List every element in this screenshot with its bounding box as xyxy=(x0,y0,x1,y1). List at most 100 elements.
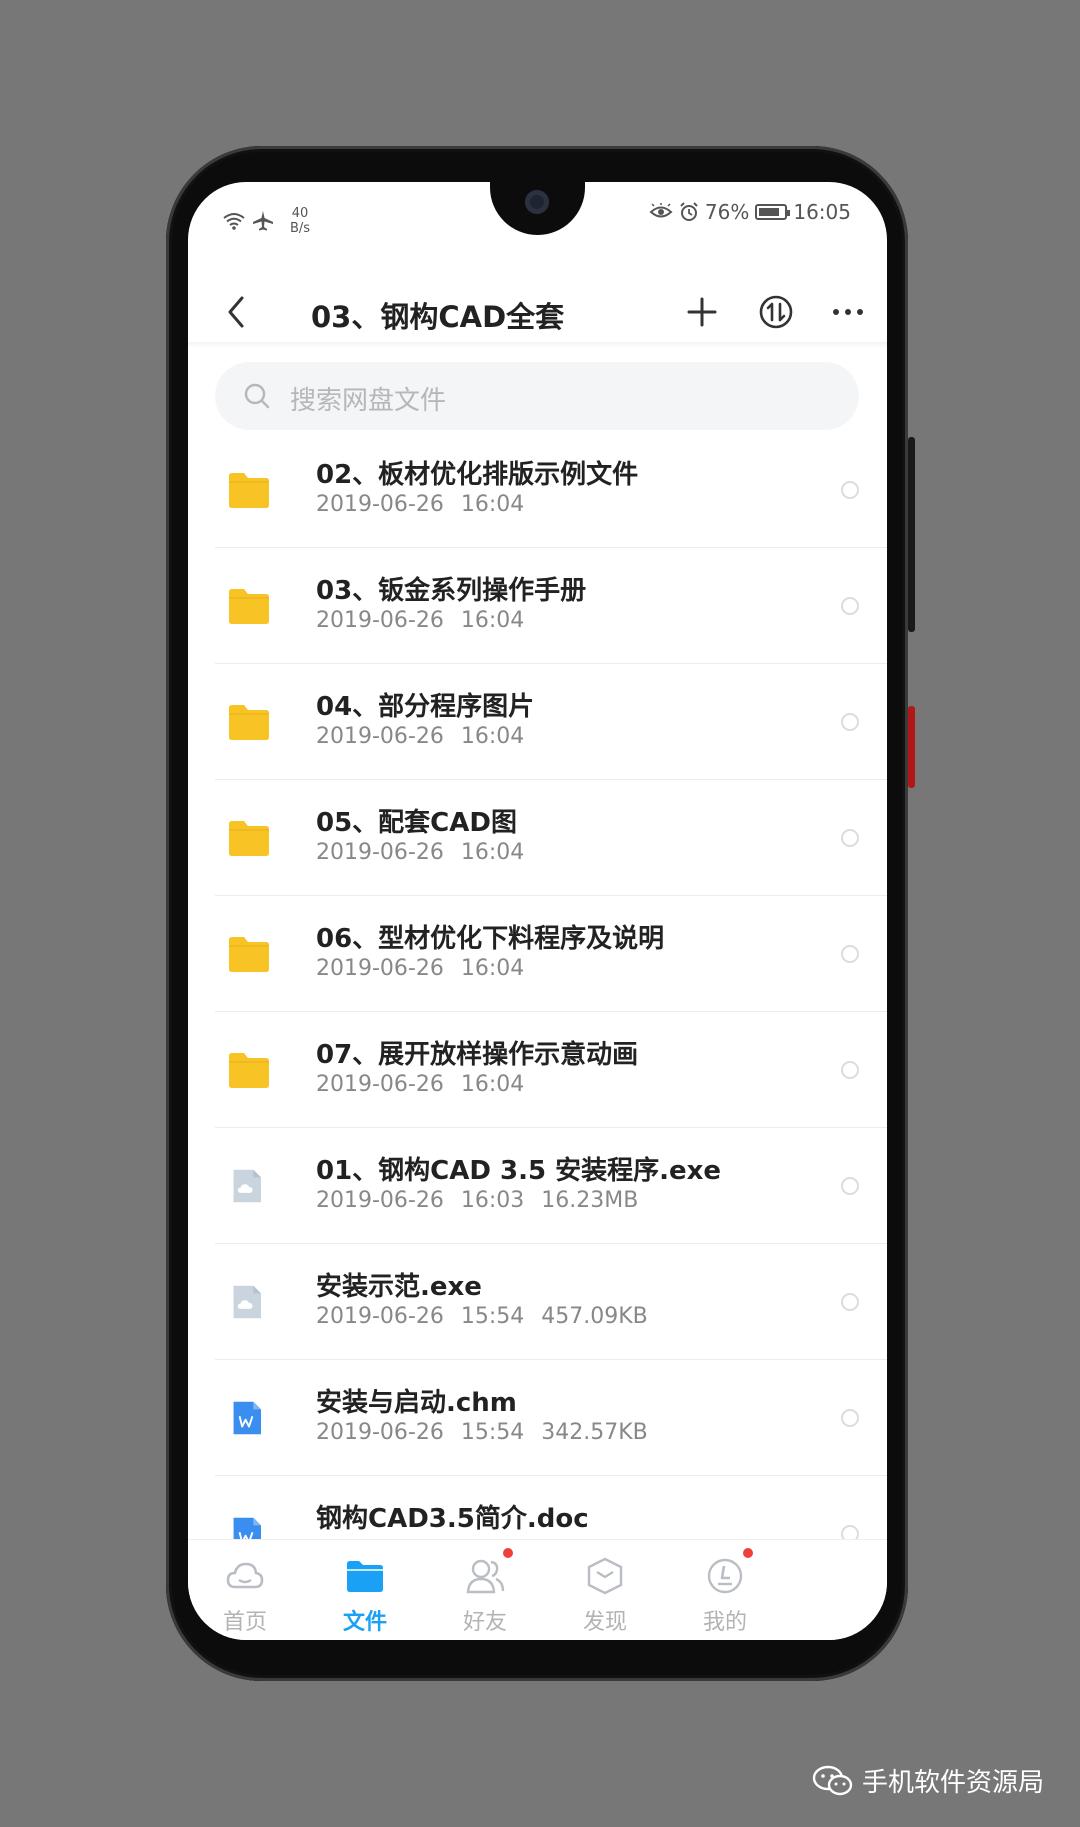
file-time: 16:04 xyxy=(460,724,525,749)
tab-label: 发现 xyxy=(582,1610,627,1635)
tab-cloud[interactable]: 首页 xyxy=(195,1554,295,1636)
wechat-icon xyxy=(812,1765,853,1795)
clock: 16:05 xyxy=(793,200,851,224)
folder-icon xyxy=(229,473,269,508)
profile-icon xyxy=(675,1548,775,1598)
tab-label: 首页 xyxy=(222,1610,267,1635)
file-row[interactable]: 06、型材优化下料程序及说明 2019-06-26 16:04 xyxy=(188,896,887,1012)
file-row[interactable]: 安装与启动.chm 2019-06-26 15:54 342.57KB xyxy=(188,1360,887,1476)
select-checkbox[interactable] xyxy=(841,1293,859,1311)
tab-friends[interactable]: 好友 xyxy=(435,1548,535,1636)
select-checkbox[interactable] xyxy=(841,1177,859,1195)
watermark: 手机软件资源局 xyxy=(812,1762,1044,1799)
executable-file-icon xyxy=(233,1169,261,1203)
file-name: 04、部分程序图片 xyxy=(316,692,535,722)
add-button[interactable] xyxy=(682,292,722,332)
file-time: 16:04 xyxy=(460,608,525,633)
file-date: 2019-06-26 xyxy=(316,724,444,749)
file-name: 03、钣金系列操作手册 xyxy=(316,576,587,606)
file-time: 16:04 xyxy=(460,1072,525,1097)
file-name: 安装示范.exe xyxy=(316,1272,482,1302)
file-row[interactable]: 安装示范.exe 2019-06-26 15:54 457.09KB xyxy=(188,1244,887,1360)
more-button[interactable] xyxy=(828,292,868,332)
file-row[interactable]: 07、展开放样操作示意动画 2019-06-26 16:04 xyxy=(188,1012,887,1128)
folder-icon xyxy=(229,1053,269,1088)
side-key xyxy=(908,706,915,788)
file-row[interactable]: 01、钢构CAD 3.5 安装程序.exe 2019-06-26 16:03 1… xyxy=(188,1128,887,1244)
file-time: 15:54 xyxy=(460,1420,525,1445)
file-size: 342.57KB xyxy=(541,1420,648,1445)
folder-icon xyxy=(229,589,269,624)
tab-folder[interactable]: 文件 xyxy=(315,1554,415,1636)
friends-icon xyxy=(435,1548,535,1598)
select-checkbox[interactable] xyxy=(841,945,859,963)
file-name: 07、展开放样操作示意动画 xyxy=(316,1040,639,1070)
status-right: 76% 16:05 xyxy=(649,200,851,224)
header-divider xyxy=(188,342,887,348)
file-meta: 2019-06-26 16:04 xyxy=(316,608,544,633)
folder-icon xyxy=(229,705,269,740)
notification-badge xyxy=(503,1548,513,1558)
plus-icon xyxy=(687,297,717,327)
transfer-icon xyxy=(759,295,793,329)
power-button xyxy=(908,437,915,632)
file-name: 01、钢构CAD 3.5 安装程序.exe xyxy=(316,1156,722,1186)
folder-icon xyxy=(229,937,269,972)
select-checkbox[interactable] xyxy=(841,481,859,499)
file-meta: 2019-06-26 16:04 xyxy=(316,840,544,865)
file-meta: 2019-06-26 16:04 xyxy=(316,492,544,517)
executable-file-icon xyxy=(233,1285,261,1319)
file-size: 457.09KB xyxy=(541,1304,648,1329)
file-meta: 2019-06-26 16:03 16.23MB xyxy=(316,1188,648,1213)
file-meta: 2019-06-26 15:54 342.57KB xyxy=(316,1420,658,1445)
select-checkbox[interactable] xyxy=(841,1409,859,1427)
battery-percent: 76% xyxy=(704,200,750,224)
search-bar[interactable]: 搜索网盘文件 xyxy=(215,362,859,430)
net-speed: 40 B/s xyxy=(290,206,310,236)
app-header: 03、钢构CAD全套 xyxy=(188,264,887,364)
select-checkbox[interactable] xyxy=(841,597,859,615)
file-time: 15:54 xyxy=(460,1304,525,1329)
tab-profile[interactable]: 我的 xyxy=(675,1548,775,1636)
select-checkbox[interactable] xyxy=(841,713,859,731)
file-date: 2019-06-26 xyxy=(316,492,444,517)
file-name: 02、板材优化排版示例文件 xyxy=(316,460,639,490)
battery-icon xyxy=(755,204,791,220)
file-name: 安装与启动.chm xyxy=(316,1388,517,1418)
bottom-tab-bar: 首页 文件 好友 发现 我的 xyxy=(188,1539,887,1640)
cloud-icon xyxy=(195,1554,295,1598)
select-checkbox[interactable] xyxy=(841,829,859,847)
file-size: 16.23MB xyxy=(541,1188,639,1213)
file-date: 2019-06-26 xyxy=(316,1420,444,1445)
airplane-icon xyxy=(253,211,273,231)
discover-icon xyxy=(555,1554,655,1598)
net-speed-unit: B/s xyxy=(290,221,311,236)
search-icon xyxy=(244,383,270,409)
tab-label: 好友 xyxy=(462,1610,507,1635)
camera-notch xyxy=(490,182,585,235)
file-name: 钢构CAD3.5简介.doc xyxy=(316,1504,589,1534)
file-date: 2019-06-26 xyxy=(316,608,444,633)
wifi-icon xyxy=(223,213,245,230)
eye-comfort-icon xyxy=(649,203,673,218)
sort-button[interactable] xyxy=(756,292,796,332)
search-input[interactable]: 搜索网盘文件 xyxy=(290,380,446,417)
net-speed-value: 40 xyxy=(291,206,309,221)
select-checkbox[interactable] xyxy=(841,1061,859,1079)
file-meta: 2019-06-26 15:54 457.09KB xyxy=(316,1304,658,1329)
file-row[interactable]: 04、部分程序图片 2019-06-26 16:04 xyxy=(188,664,887,780)
file-row[interactable]: 02、板材优化排版示例文件 2019-06-26 16:04 xyxy=(188,432,887,548)
back-button[interactable] xyxy=(218,292,258,332)
file-meta: 2019-06-26 16:04 xyxy=(316,1072,544,1097)
page-title: 03、钢构CAD全套 xyxy=(311,300,565,334)
tab-label: 文件 xyxy=(342,1610,387,1635)
folder-icon xyxy=(315,1554,415,1598)
file-meta: 2019-06-26 16:04 xyxy=(316,956,544,981)
alarm-icon xyxy=(680,202,698,221)
tab-discover[interactable]: 发现 xyxy=(555,1554,655,1636)
file-date: 2019-06-26 xyxy=(316,840,444,865)
file-row[interactable]: 05、配套CAD图 2019-06-26 16:04 xyxy=(188,780,887,896)
file-row[interactable]: 03、钣金系列操作手册 2019-06-26 16:04 xyxy=(188,548,887,664)
watermark-text: 手机软件资源局 xyxy=(862,1768,1045,1798)
file-time: 16:04 xyxy=(460,956,525,981)
